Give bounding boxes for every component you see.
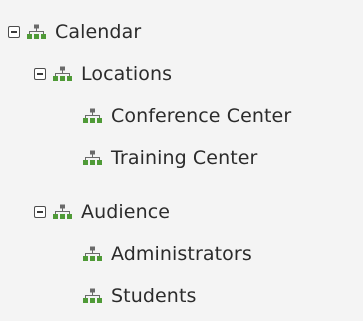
collapse-icon[interactable] [8, 26, 20, 38]
tree-node-students[interactable]: Students [82, 281, 197, 311]
hierarchy-icon [52, 204, 73, 221]
tree-node-audience[interactable]: Audience [34, 197, 170, 227]
tree-node-training-center[interactable]: Training Center [82, 143, 257, 173]
hierarchy-icon [82, 108, 103, 125]
hierarchy-icon [82, 288, 103, 305]
tree-node-calendar[interactable]: Calendar [8, 17, 141, 47]
tree-node-label: Locations [81, 63, 173, 85]
hierarchy-icon [26, 24, 47, 41]
tree-view: Calendar Locations Conference Center Tra… [0, 0, 363, 321]
tree-node-label: Calendar [55, 21, 142, 43]
hierarchy-icon [82, 246, 103, 263]
collapse-icon[interactable] [34, 206, 46, 218]
tree-node-label: Students [111, 285, 197, 307]
tree-node-administrators[interactable]: Administrators [82, 239, 252, 269]
tree-node-locations[interactable]: Locations [34, 59, 172, 89]
collapse-icon[interactable] [34, 68, 46, 80]
hierarchy-icon [52, 66, 73, 83]
hierarchy-icon [82, 150, 103, 167]
tree-node-conference-center[interactable]: Conference Center [82, 101, 291, 131]
tree-node-label: Training Center [111, 147, 258, 169]
tree-node-label: Audience [81, 201, 171, 223]
tree-node-label: Conference Center [111, 105, 292, 127]
tree-node-label: Administrators [111, 243, 252, 265]
